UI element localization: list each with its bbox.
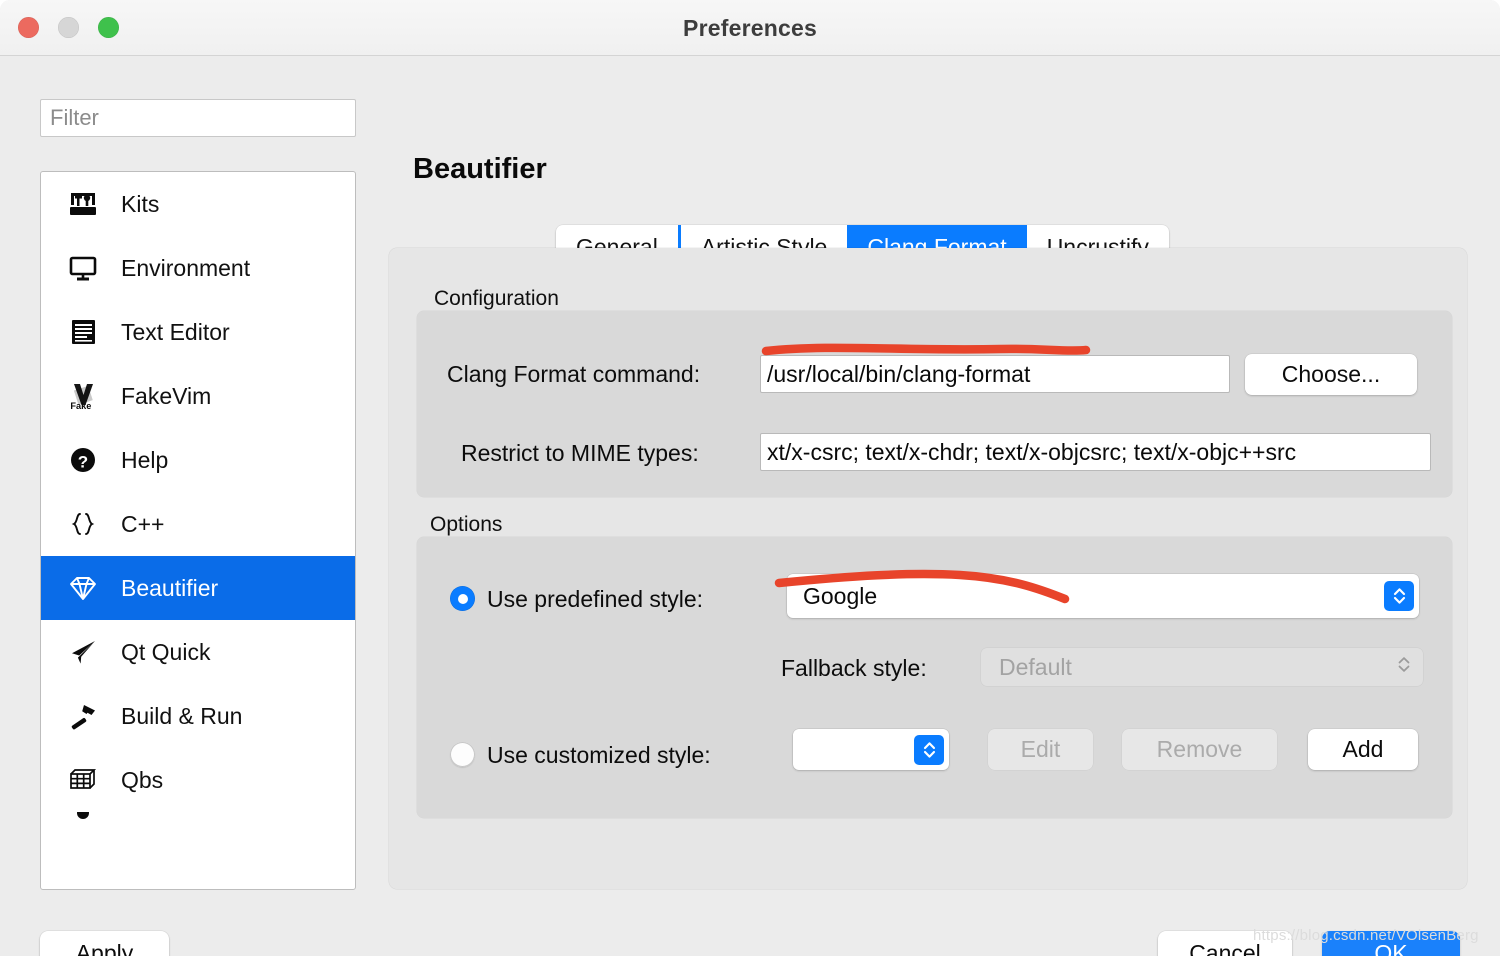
configuration-legend: Configuration	[434, 287, 559, 310]
partial-icon	[57, 812, 109, 832]
clang-format-command-input[interactable]	[760, 355, 1230, 393]
sidebar-item-qbs[interactable]: Qbs	[41, 748, 355, 812]
customized-style-combobox[interactable]	[793, 729, 949, 770]
sidebar-item-label: Qbs	[121, 766, 164, 793]
use-predefined-style-label: Use predefined style:	[487, 586, 704, 612]
sidebar-item-label: FakeVim	[121, 382, 212, 409]
monitor-icon	[57, 248, 109, 288]
preferences-category-list[interactable]: Kits Environment Text Editor Fake FakeVi…	[40, 171, 356, 890]
sidebar-item-beautifier[interactable]: Beautifier	[41, 556, 355, 620]
sidebar-item-label: Qt Quick	[121, 638, 211, 665]
sidebar-item-environment[interactable]: Environment	[41, 236, 355, 300]
edit-style-button[interactable]: Edit	[988, 729, 1093, 770]
kits-icon	[57, 184, 109, 224]
preferences-window: Preferences Filter Kits Environment Text…	[0, 0, 1500, 956]
braces-icon	[57, 504, 109, 544]
predefined-style-combobox[interactable]: Google	[787, 574, 1419, 618]
svg-text:?: ?	[78, 453, 88, 472]
remove-style-button[interactable]: Remove	[1122, 729, 1277, 770]
apply-button[interactable]: Apply	[40, 931, 169, 956]
use-customized-style-label: Use customized style:	[487, 742, 711, 768]
sidebar-item-help[interactable]: ? Help	[41, 428, 355, 492]
restrict-mime-types-label: Restrict to MIME types:	[461, 440, 699, 466]
fallback-style-label: Fallback style:	[781, 655, 927, 681]
sidebar-item-kits[interactable]: Kits	[41, 172, 355, 236]
options-legend: Options	[430, 513, 503, 536]
watermark: https://blog.csdn.net/VOlsenBerg	[1253, 927, 1479, 944]
sidebar-item-qt-quick[interactable]: Qt Quick	[41, 620, 355, 684]
hammer-icon	[57, 696, 109, 736]
sidebar-item-label: Kits	[121, 190, 160, 217]
sidebar-item-label: Help	[121, 446, 169, 473]
sidebar-item-label: Environment	[121, 254, 251, 281]
chevron-updown-icon	[1397, 655, 1411, 680]
fakevim-icon: Fake	[57, 376, 109, 416]
page-title: Beautifier	[413, 153, 547, 185]
chevron-updown-icon	[914, 734, 944, 765]
sidebar-item-partial[interactable]	[41, 812, 355, 832]
restrict-mime-types-input[interactable]	[760, 433, 1431, 471]
sidebar-item-build-and-run[interactable]: Build & Run	[41, 684, 355, 748]
svg-text:Fake: Fake	[70, 401, 91, 411]
grid-cube-icon	[57, 760, 109, 800]
use-customized-style-radio[interactable]	[450, 742, 475, 767]
filter-input[interactable]	[40, 99, 356, 137]
sidebar-item-label: Text Editor	[121, 318, 230, 345]
question-mark-circle-icon: ?	[57, 440, 109, 480]
sidebar-item-text-editor[interactable]: Text Editor	[41, 300, 355, 364]
sidebar-item-label: Build & Run	[121, 702, 243, 729]
sidebar-item-label: C++	[121, 510, 165, 537]
diamond-gem-icon	[57, 568, 109, 608]
use-predefined-style-radio[interactable]	[450, 586, 475, 611]
add-style-button[interactable]: Add	[1308, 729, 1418, 770]
fallback-style-combobox[interactable]: Default	[981, 648, 1423, 686]
sidebar-item-cpp[interactable]: C++	[41, 492, 355, 556]
dialog-body: Kits Environment	[0, 56, 1500, 956]
title-bar: Preferences	[0, 0, 1500, 56]
paper-plane-icon	[57, 632, 109, 672]
fallback-style-value: Default	[999, 653, 1072, 680]
sidebar-item-label: Beautifier	[121, 574, 219, 601]
document-lines-icon	[57, 312, 109, 352]
predefined-style-value: Google	[803, 582, 878, 609]
choose-button[interactable]: Choose...	[1245, 354, 1417, 395]
window-title: Preferences	[683, 15, 817, 41]
clang-format-command-label: Clang Format command:	[447, 361, 701, 387]
sidebar-item-fakevim[interactable]: Fake FakeVim	[41, 364, 355, 428]
chevron-updown-icon	[1384, 581, 1414, 611]
